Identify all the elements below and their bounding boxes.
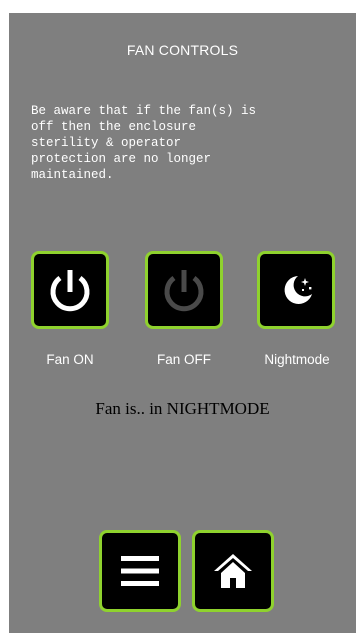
power-icon — [159, 264, 209, 316]
fan-on-button[interactable] — [31, 251, 109, 329]
warning-message: Be aware that if the fan(s) is off then … — [31, 104, 257, 182]
fan-status-text: Fan is.. in NIGHTMODE — [95, 399, 270, 418]
power-icon — [45, 264, 95, 316]
moon-stars-icon — [274, 268, 318, 312]
home-button[interactable] — [192, 530, 274, 612]
fan-off-label: Fan OFF — [156, 352, 211, 367]
nightmode-label: Nightmode — [264, 352, 330, 367]
fan-controls-screen: FAN CONTROLS Be aware that if the fan(s)… — [9, 13, 356, 633]
fan-on-label: Fan ON — [46, 352, 94, 367]
page-title: FAN CONTROLS — [126, 42, 239, 58]
hamburger-menu-icon — [119, 553, 161, 589]
menu-button[interactable] — [99, 530, 181, 612]
home-icon — [211, 550, 255, 592]
nightmode-button[interactable] — [257, 251, 335, 329]
fan-off-button[interactable] — [145, 251, 223, 329]
